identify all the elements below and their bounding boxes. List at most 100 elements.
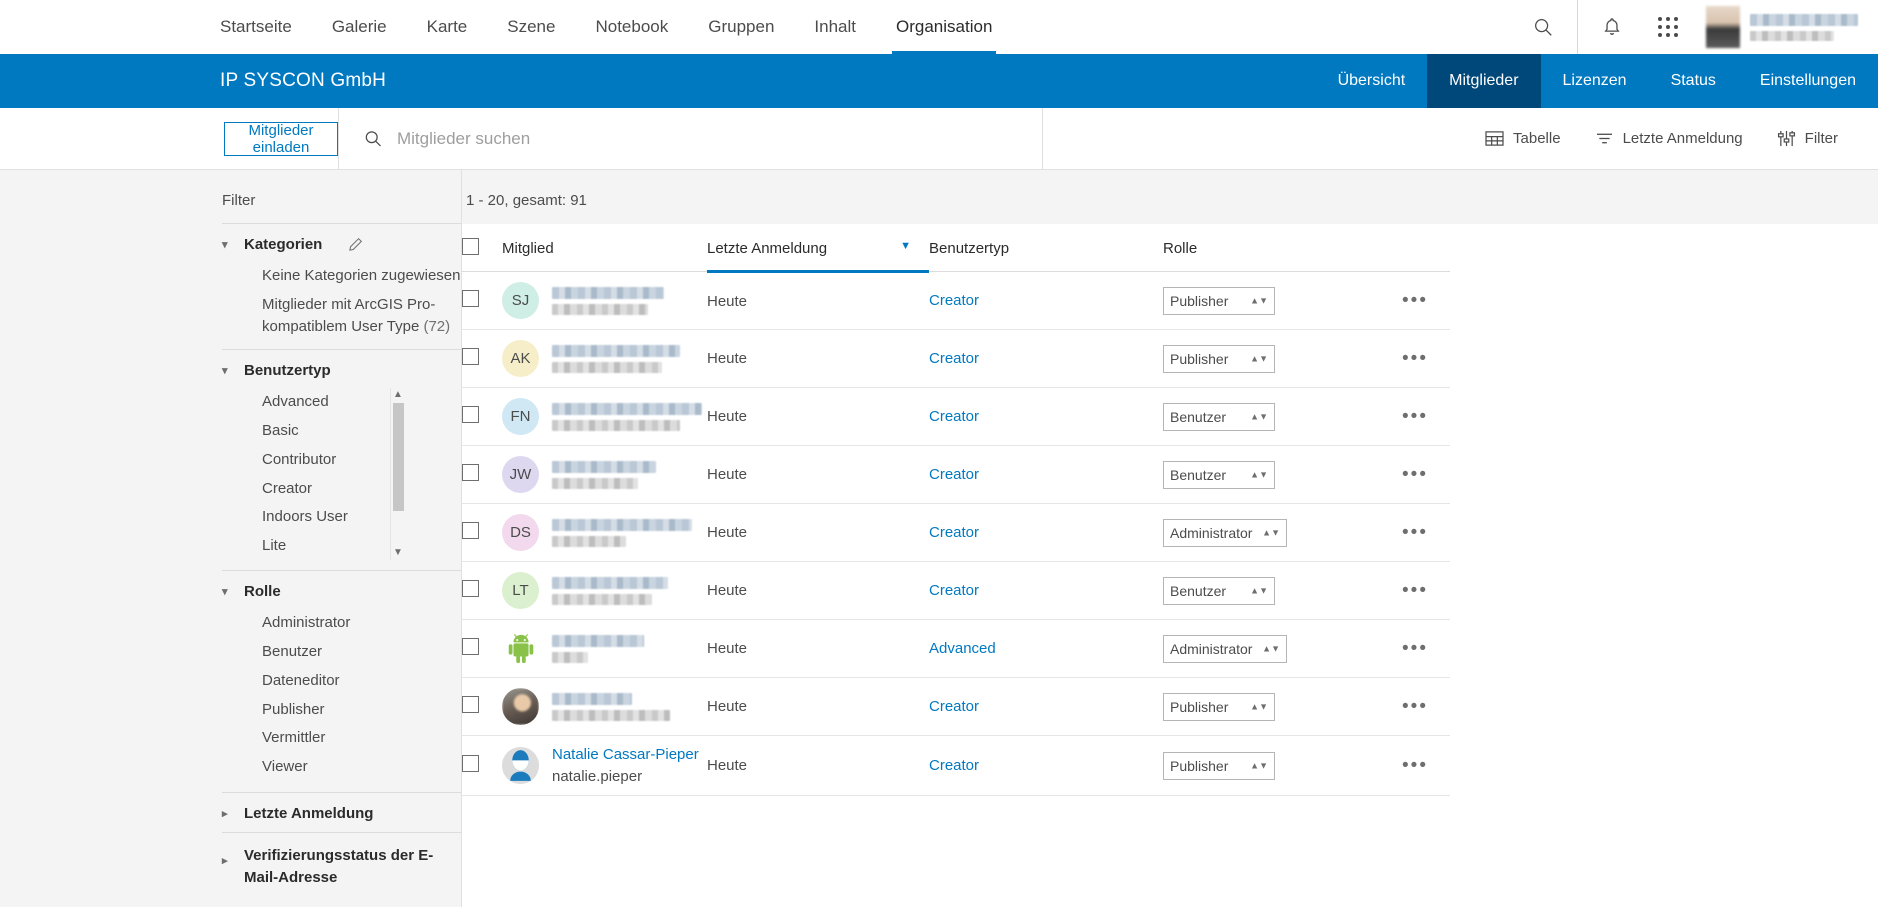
role-select[interactable]: Benutzer ▲▼ xyxy=(1163,576,1275,605)
nav-item-notebook[interactable]: Notebook xyxy=(575,0,688,54)
row-menu-button[interactable]: ••• xyxy=(1402,290,1428,311)
tab-lizenzen[interactable]: Lizenzen xyxy=(1541,54,1649,108)
row-checkbox[interactable] xyxy=(462,696,479,713)
filter-group-header-letzte-anmeldung[interactable]: ▸ Letzte Anmeldung xyxy=(222,805,461,822)
role-select[interactable]: Publisher ▲▼ xyxy=(1163,751,1275,780)
app-grid-icon[interactable] xyxy=(1640,0,1696,54)
member-name-redacted[interactable] xyxy=(552,402,702,415)
table-row[interactable]: DS Heute Creator Administrator ▲▼ ••• xyxy=(462,503,1450,562)
member-name-redacted[interactable] xyxy=(552,634,644,647)
row-checkbox[interactable] xyxy=(462,638,479,655)
member-name-redacted[interactable] xyxy=(552,344,680,357)
filter-item-arcgis-pro-kompatibel[interactable]: Mitglieder mit ArcGIS Pro-kompatiblem Us… xyxy=(222,291,461,340)
filter-item-creator[interactable]: Creator xyxy=(222,475,461,504)
table-row[interactable]: Natalie Cassar-Pieper natalie.pieper Heu… xyxy=(462,735,1450,796)
tab-uebersicht[interactable]: Übersicht xyxy=(1316,54,1428,108)
row-checkbox[interactable] xyxy=(462,522,479,539)
table-row[interactable]: FN Heute Creator Benutzer ▲▼ ••• xyxy=(462,387,1450,446)
filter-item-dateneditor[interactable]: Dateneditor xyxy=(222,667,461,696)
user-type-link[interactable]: Creator xyxy=(929,292,979,309)
search-input[interactable] xyxy=(396,128,1042,149)
member-name-redacted[interactable] xyxy=(552,286,664,299)
tab-einstellungen[interactable]: Einstellungen xyxy=(1738,54,1878,108)
member-name[interactable]: Natalie Cassar-Pieper xyxy=(552,746,699,763)
user-account-menu[interactable] xyxy=(1706,6,1858,48)
tab-status[interactable]: Status xyxy=(1649,54,1738,108)
filter-item-basic[interactable]: Basic xyxy=(222,417,461,446)
role-select[interactable]: Publisher ▲▼ xyxy=(1163,286,1275,315)
member-name-redacted[interactable] xyxy=(552,518,692,531)
row-checkbox[interactable] xyxy=(462,464,479,481)
row-checkbox[interactable] xyxy=(462,290,479,307)
invite-members-button[interactable]: Mitglieder einladen xyxy=(224,121,338,156)
nav-item-inhalt[interactable]: Inhalt xyxy=(794,0,876,54)
scroll-up-arrow-icon[interactable]: ▲ xyxy=(393,388,403,402)
search-icon[interactable] xyxy=(1515,0,1571,54)
filter-button[interactable]: Filter xyxy=(1777,130,1838,147)
column-header-benutzertyp[interactable]: Benutzertyp xyxy=(929,224,1163,272)
table-row[interactable]: LT Heute Creator Benutzer ▲▼ ••• xyxy=(462,561,1450,620)
edit-pencil-icon[interactable] xyxy=(348,237,363,252)
row-menu-button[interactable]: ••• xyxy=(1402,348,1428,369)
row-checkbox[interactable] xyxy=(462,348,479,365)
user-type-link[interactable]: Creator xyxy=(929,524,979,541)
column-header-rolle[interactable]: Rolle xyxy=(1163,224,1380,272)
filter-item-advanced[interactable]: Advanced xyxy=(222,388,461,417)
filter-item-indoors-user[interactable]: Indoors User xyxy=(222,503,461,532)
row-menu-button[interactable]: ••• xyxy=(1402,580,1428,601)
user-type-link[interactable]: Creator xyxy=(929,698,979,715)
search-box[interactable] xyxy=(339,107,1043,170)
filter-group-header-rolle[interactable]: ▾ Rolle xyxy=(222,583,461,600)
filter-item-keine-kategorien[interactable]: Keine Kategorien zugewiesen xyxy=(222,262,461,291)
row-menu-button[interactable]: ••• xyxy=(1402,755,1428,776)
user-type-link[interactable]: Advanced xyxy=(929,640,996,657)
row-menu-button[interactable]: ••• xyxy=(1402,696,1428,717)
role-select[interactable]: Administrator ▲▼ xyxy=(1163,634,1287,663)
filter-group-header-kategorien[interactable]: ▾ Kategorien xyxy=(222,236,461,253)
nav-item-organisation[interactable]: Organisation xyxy=(876,0,1012,54)
table-row[interactable]: SJ Heute Creator Publisher ▲▼ ••• xyxy=(462,271,1450,330)
filter-item-administrator[interactable]: Administrator xyxy=(222,609,461,638)
role-select[interactable]: Benutzer ▲▼ xyxy=(1163,460,1275,489)
member-name-redacted[interactable] xyxy=(552,576,668,589)
row-menu-button[interactable]: ••• xyxy=(1402,522,1428,543)
sort-button[interactable]: Letzte Anmeldung xyxy=(1595,130,1743,147)
scroll-down-arrow-icon[interactable]: ▼ xyxy=(393,546,403,560)
filter-item-lite[interactable]: Lite xyxy=(222,532,461,560)
select-all-checkbox[interactable] xyxy=(462,238,479,255)
column-header-mitglied[interactable]: Mitglied xyxy=(502,224,707,272)
role-select[interactable]: Benutzer ▲▼ xyxy=(1163,402,1275,431)
user-type-link[interactable]: Creator xyxy=(929,408,979,425)
row-menu-button[interactable]: ••• xyxy=(1402,406,1428,427)
user-type-link[interactable]: Creator xyxy=(929,466,979,483)
table-row[interactable]: Heute Creator Publisher ▲▼ ••• xyxy=(462,677,1450,736)
scrollbar-thumb[interactable] xyxy=(392,403,404,512)
filter-item-benutzer[interactable]: Benutzer xyxy=(222,638,461,667)
member-name-redacted[interactable] xyxy=(552,460,656,473)
notification-bell-icon[interactable] xyxy=(1584,0,1640,54)
table-row[interactable]: Heute Advanced Administrator ▲▼ ••• xyxy=(462,619,1450,678)
row-checkbox[interactable] xyxy=(462,755,479,772)
nav-item-galerie[interactable]: Galerie xyxy=(312,0,407,54)
column-header-letzte-anmeldung[interactable]: Letzte Anmeldung ▼ xyxy=(707,224,929,273)
nav-item-karte[interactable]: Karte xyxy=(407,0,488,54)
nav-item-gruppen[interactable]: Gruppen xyxy=(688,0,794,54)
filter-group-header-benutzertyp[interactable]: ▾ Benutzertyp xyxy=(222,362,461,379)
row-checkbox[interactable] xyxy=(462,580,479,597)
filter-item-publisher[interactable]: Publisher xyxy=(222,696,461,725)
role-select[interactable]: Administrator ▲▼ xyxy=(1163,518,1287,547)
nav-item-szene[interactable]: Szene xyxy=(487,0,575,54)
benutzertyp-scrollbar[interactable]: ▲ ▼ xyxy=(390,388,405,561)
view-table-button[interactable]: Tabelle xyxy=(1485,130,1561,147)
user-type-link[interactable]: Creator xyxy=(929,757,979,774)
filter-item-viewer[interactable]: Viewer xyxy=(222,753,461,782)
filter-item-vermittler[interactable]: Vermittler xyxy=(222,724,461,753)
table-row[interactable]: AK Heute Creator Publisher ▲▼ ••• xyxy=(462,329,1450,388)
user-type-link[interactable]: Creator xyxy=(929,350,979,367)
user-type-link[interactable]: Creator xyxy=(929,582,979,599)
filter-item-contributor[interactable]: Contributor xyxy=(222,446,461,475)
role-select[interactable]: Publisher ▲▼ xyxy=(1163,344,1275,373)
role-select[interactable]: Publisher ▲▼ xyxy=(1163,692,1275,721)
row-menu-button[interactable]: ••• xyxy=(1402,638,1428,659)
nav-item-startseite[interactable]: Startseite xyxy=(200,0,312,54)
